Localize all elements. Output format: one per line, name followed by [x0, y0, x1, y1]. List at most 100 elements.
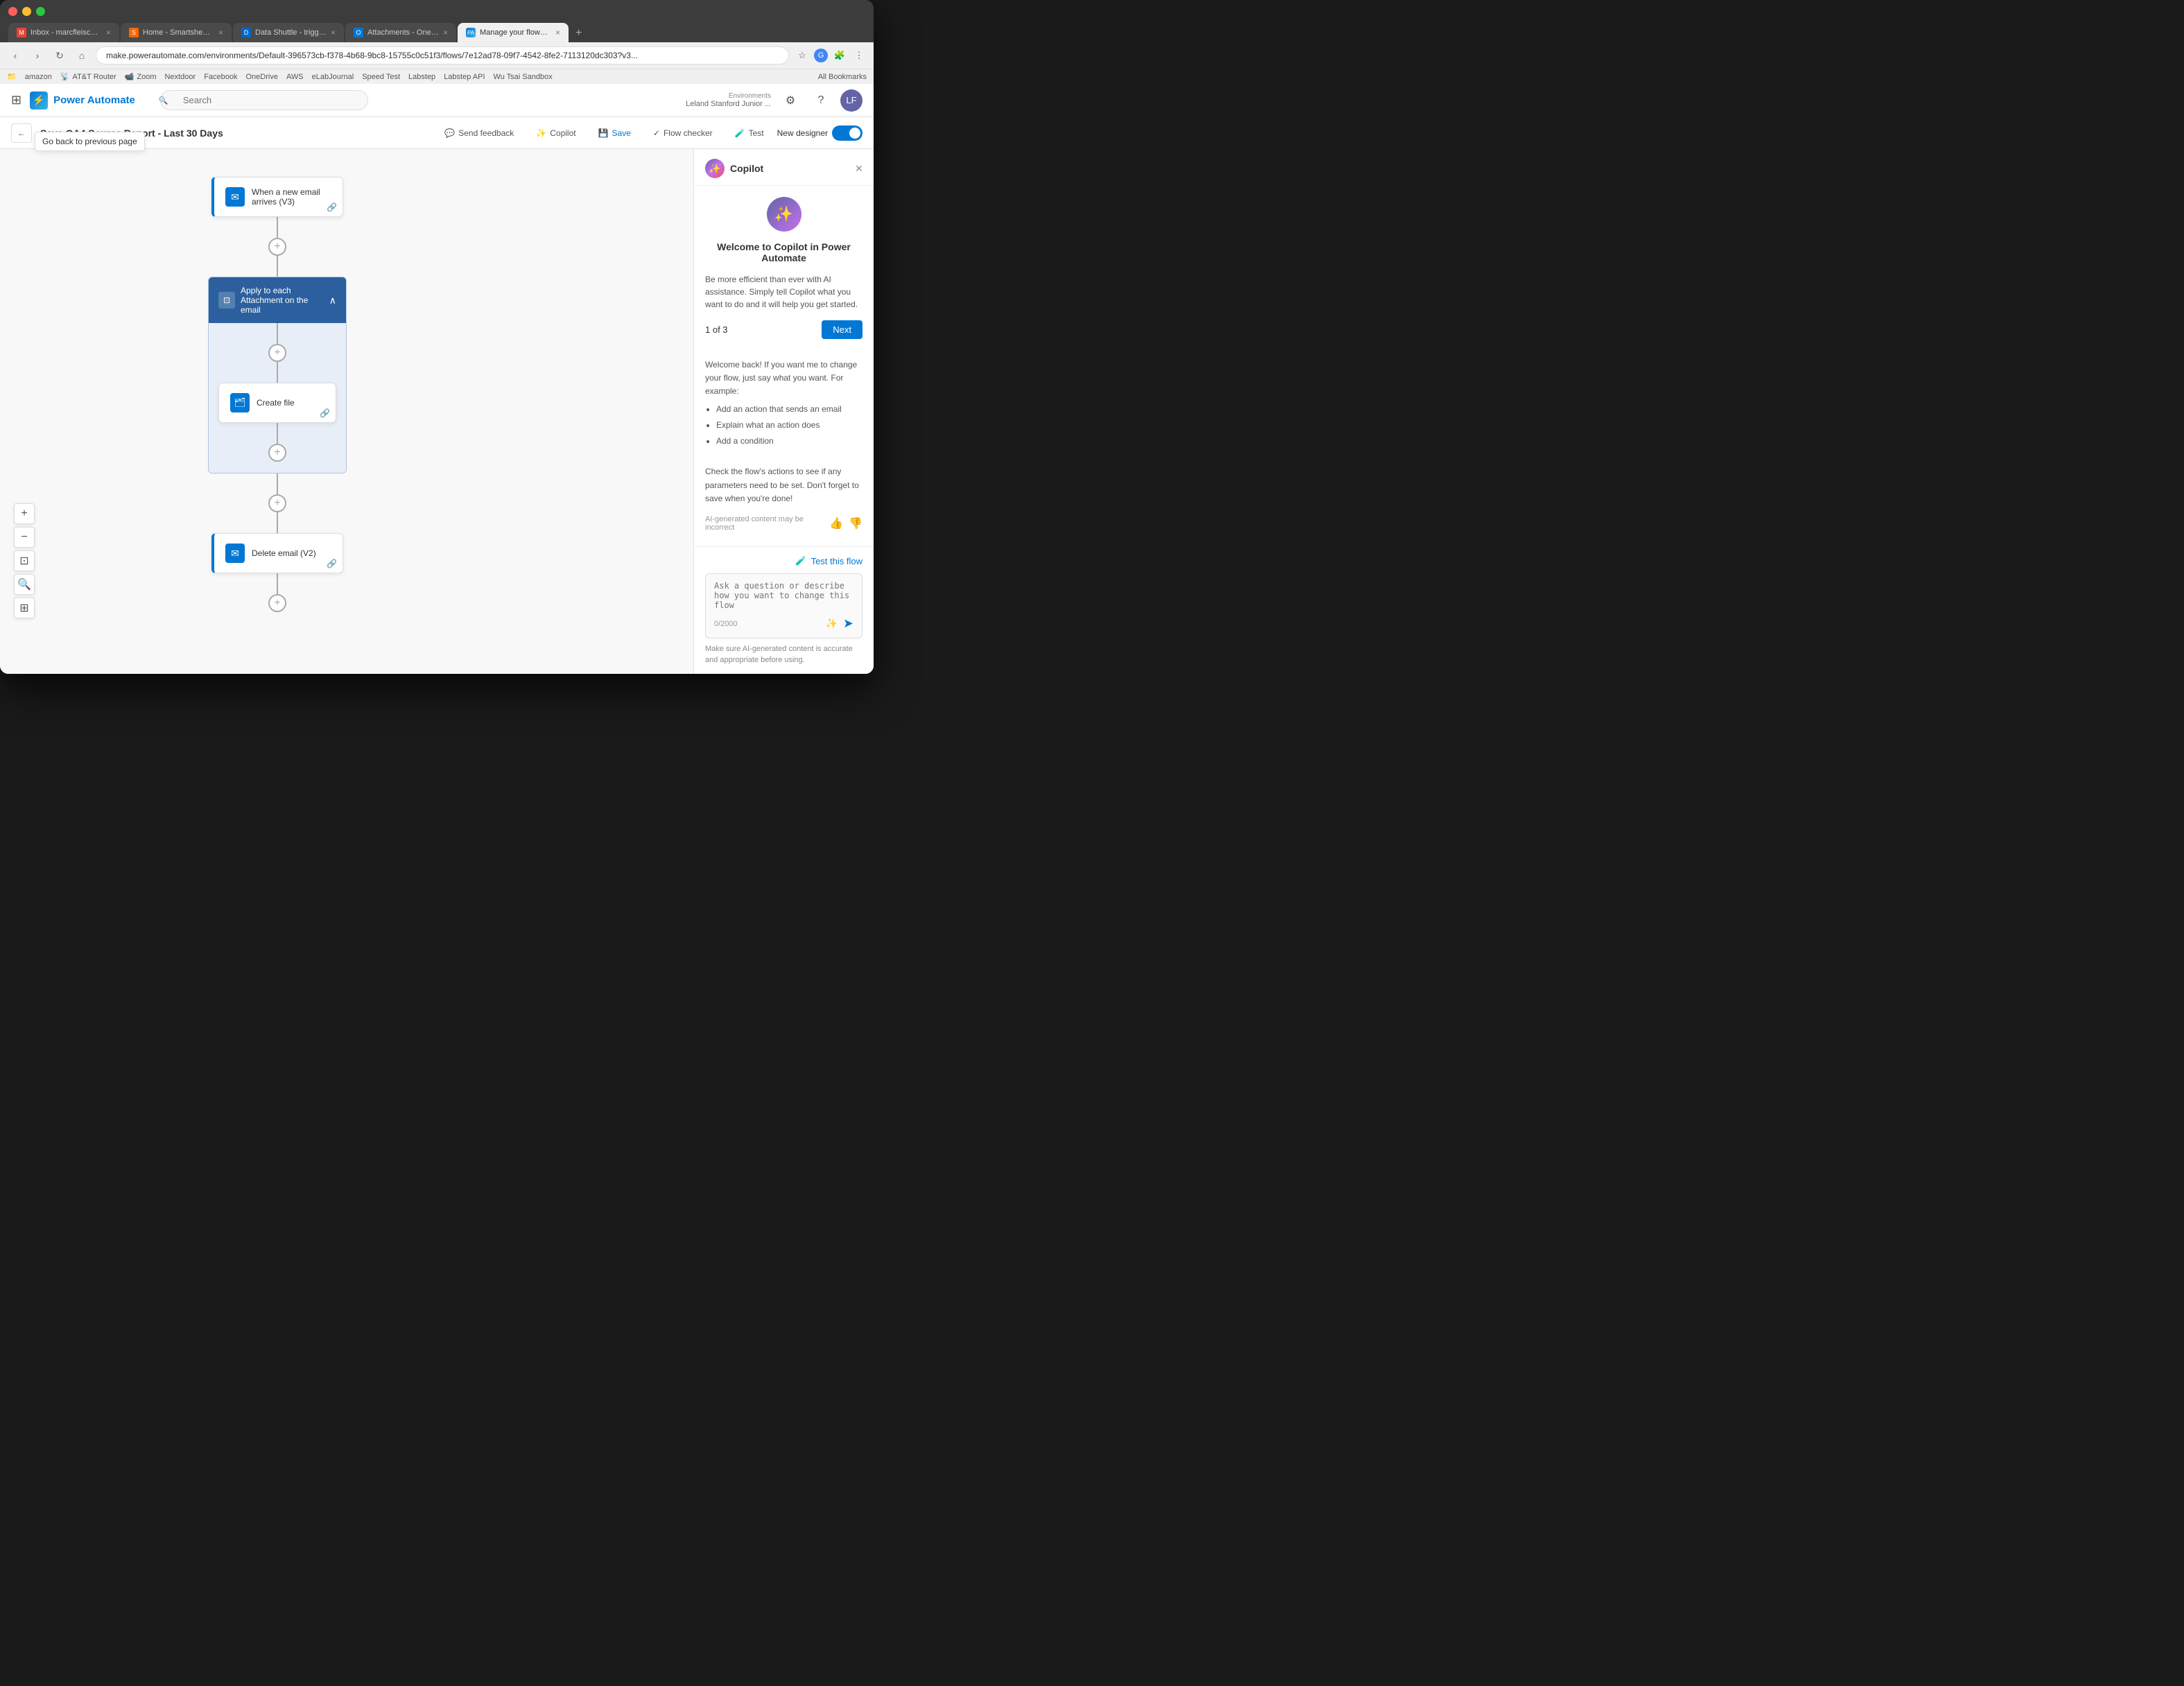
- bookmark-zoom[interactable]: 📹 Zoom: [125, 72, 157, 81]
- collapse-icon[interactable]: ∧: [329, 295, 336, 306]
- back-tooltip-text: Go back to previous page: [42, 137, 137, 146]
- sparkle-icon[interactable]: ✨: [825, 618, 837, 629]
- reload-button[interactable]: ↻: [51, 47, 68, 64]
- bookmark-nextdoor[interactable]: Nextdoor: [165, 73, 196, 81]
- flow-checker-button[interactable]: ✓ Flow checker: [644, 123, 722, 143]
- tab-close-smartsheet[interactable]: ×: [218, 28, 223, 37]
- new-designer-toggle[interactable]: New designer: [777, 125, 863, 141]
- copilot-title-row: ✨ Copilot: [705, 159, 763, 178]
- tab-powerautomate[interactable]: PA Manage your flows | Power A... ×: [458, 23, 569, 42]
- apply-each-container[interactable]: ⊡ Apply to each Attachment on the email …: [208, 277, 347, 473]
- copilot-next-button[interactable]: Next: [822, 320, 863, 339]
- send-feedback-label: Send feedback: [458, 128, 514, 138]
- zoom-out-button[interactable]: −: [14, 527, 35, 548]
- bookmark-aws[interactable]: AWS: [286, 73, 304, 81]
- star-icon[interactable]: ☆: [795, 48, 810, 63]
- tab-title-datashuttle: Data Shuttle - trigger from em...: [255, 28, 327, 37]
- fit-screen-button[interactable]: ⊡: [14, 550, 35, 571]
- labstep-api-label: Labstep API: [444, 73, 485, 81]
- copilot-body: ✨ Welcome to Copilot in Power Automate B…: [694, 186, 874, 546]
- tab-onedrive[interactable]: O Attachments - OneDrive ×: [345, 23, 456, 42]
- close-button[interactable]: [8, 7, 17, 16]
- tab-inbox[interactable]: M Inbox - marcfleischmann@g... ×: [8, 23, 119, 42]
- tab-close-inbox[interactable]: ×: [106, 28, 111, 37]
- bookmark-folders-icon[interactable]: 📁: [7, 72, 17, 81]
- pa-search-input[interactable]: [160, 90, 368, 110]
- bookmark-facebook[interactable]: Facebook: [204, 73, 237, 81]
- bookmark-all[interactable]: All Bookmarks: [818, 73, 867, 81]
- apply-each-icon: ⊡: [218, 292, 235, 308]
- tab-close-datashuttle[interactable]: ×: [331, 28, 336, 37]
- send-feedback-button[interactable]: 💬 Send feedback: [435, 123, 523, 143]
- save-button[interactable]: 💾 Save: [589, 123, 640, 143]
- address-bar[interactable]: make.powerautomate.com/environments/Defa…: [96, 46, 789, 64]
- create-file-node[interactable]: 🗂 Create file 🔗: [218, 383, 336, 423]
- bookmark-elabjournal[interactable]: eLabJournal: [312, 73, 354, 81]
- create-file-label: Create file: [257, 398, 324, 408]
- bookmark-amazon[interactable]: amazon: [25, 73, 52, 81]
- bookmark-labstep-api[interactable]: Labstep API: [444, 73, 485, 81]
- example-2: Explain what an action does: [716, 419, 863, 432]
- tab-title-inbox: Inbox - marcfleischmann@g...: [31, 28, 102, 37]
- minimap-button[interactable]: ⊞: [14, 598, 35, 618]
- connector-line-2: [277, 256, 278, 277]
- tab-close-pa[interactable]: ×: [555, 28, 560, 37]
- connector-line-5: [277, 573, 278, 594]
- inner-connector-3: [277, 423, 278, 444]
- user-avatar[interactable]: LF: [840, 89, 863, 112]
- send-button[interactable]: ➤: [843, 616, 853, 631]
- menu-icon[interactable]: ⋮: [851, 48, 867, 63]
- home-button[interactable]: ⌂: [73, 47, 90, 64]
- bookmark-speedtest[interactable]: Speed Test: [362, 73, 400, 81]
- canvas-search-button[interactable]: 🔍: [14, 574, 35, 595]
- bookmark-onedrive[interactable]: OneDrive: [246, 73, 278, 81]
- save-label: Save: [612, 128, 631, 138]
- toggle-knob[interactable]: [832, 125, 863, 141]
- grid-menu-icon[interactable]: ⊞: [11, 93, 21, 107]
- zoom-in-button[interactable]: +: [14, 503, 35, 524]
- copilot-close-button[interactable]: ×: [855, 162, 863, 176]
- trigger-node[interactable]: ✉ When a new email arrives (V3) 🔗: [211, 177, 343, 217]
- copilot-progress-row: 1 of 3 Next: [705, 320, 863, 339]
- apply-each-header[interactable]: ⊡ Apply to each Attachment on the email …: [209, 277, 346, 323]
- copilot-button[interactable]: ✨ Copilot: [527, 123, 584, 143]
- help-icon[interactable]: ?: [810, 89, 832, 112]
- bookmark-wutsai[interactable]: Wu Tsai Sandbox: [494, 73, 553, 81]
- save-icon: 💾: [598, 128, 609, 138]
- add-step-btn-2[interactable]: +: [268, 494, 286, 512]
- tab-close-onedrive[interactable]: ×: [443, 28, 448, 37]
- add-inner-step-btn[interactable]: +: [268, 344, 286, 362]
- thumbs-up-button[interactable]: 👍: [829, 516, 843, 530]
- main-content: ⊞ ⚡ Power Automate Environments Leland S…: [0, 84, 874, 674]
- copilot-input-footer: 0/2000 ✨ ➤: [714, 616, 853, 631]
- settings-icon[interactable]: ⚙: [779, 89, 801, 112]
- tab-smartsheet[interactable]: S Home - Smartsheet.com ×: [121, 23, 232, 42]
- delete-email-node[interactable]: ✉ Delete email (V2) 🔗: [211, 533, 343, 573]
- pa-environment: Environments Leland Stanford Junior ...: [686, 92, 771, 108]
- forward-nav-button[interactable]: ›: [29, 47, 46, 64]
- bookmark-labstep[interactable]: Labstep: [408, 73, 435, 81]
- inner-connector-2: [277, 362, 278, 383]
- tab-favicon-datashuttle: D: [241, 28, 251, 37]
- add-after-create-btn[interactable]: +: [268, 444, 286, 462]
- google-icon[interactable]: G: [814, 49, 828, 62]
- flow-canvas[interactable]: ✉ When a new email arrives (V3) 🔗 + ⊡ Ap…: [0, 149, 693, 674]
- back-arrow-icon: ←: [17, 128, 26, 138]
- tab-datashuttle[interactable]: D Data Shuttle - trigger from em... ×: [233, 23, 344, 42]
- add-step-btn-3[interactable]: +: [268, 594, 286, 612]
- new-tab-button[interactable]: +: [570, 24, 587, 42]
- back-button[interactable]: ←: [11, 123, 32, 143]
- bookmark-att[interactable]: 📡 AT&T Router: [60, 72, 116, 81]
- att-label: AT&T Router: [73, 73, 116, 81]
- back-nav-button[interactable]: ‹: [7, 47, 24, 64]
- trigger-icon: ✉: [225, 187, 245, 207]
- minimize-button[interactable]: [22, 7, 31, 16]
- add-step-btn-1[interactable]: +: [268, 238, 286, 256]
- test-button[interactable]: 🧪 Test: [726, 123, 773, 143]
- extension-icon[interactable]: 🧩: [832, 48, 847, 63]
- maximize-button[interactable]: [36, 7, 45, 16]
- test-this-flow-button[interactable]: 🧪 Test this flow: [705, 555, 863, 566]
- copilot-title: Copilot: [730, 163, 763, 174]
- copilot-chat-input[interactable]: [714, 581, 853, 609]
- thumbs-down-button[interactable]: 👎: [849, 516, 863, 530]
